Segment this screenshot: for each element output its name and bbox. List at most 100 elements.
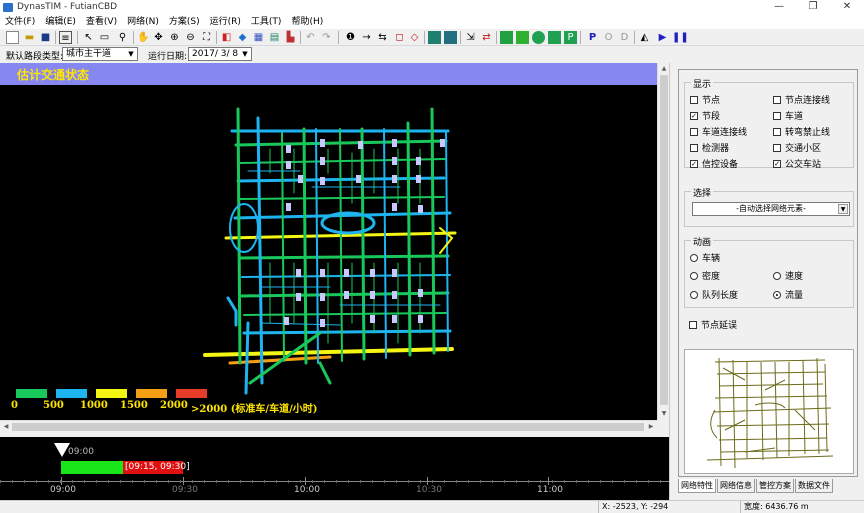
tab-data-files[interactable]: 数据文件: [795, 479, 833, 493]
signal-icon[interactable]: [500, 31, 513, 44]
horizontal-scrollbar[interactable]: ◀ ▶: [0, 420, 657, 432]
p-mode-icon[interactable]: P: [586, 31, 599, 44]
timeline-minor-tick: [132, 480, 133, 483]
zone-icon[interactable]: [428, 31, 441, 44]
road-type-select[interactable]: 城市主干道 ▼: [62, 47, 138, 61]
minimize-button[interactable]: —: [762, 0, 796, 15]
scroll-right-icon[interactable]: ▶: [645, 421, 657, 433]
timeline-minor-tick: [288, 480, 289, 483]
pause-icon[interactable]: ❚❚: [672, 31, 689, 44]
timeline-minor-tick: [204, 480, 205, 483]
menu-edit[interactable]: 编辑(E): [40, 15, 81, 29]
bus-icon[interactable]: [532, 31, 545, 44]
pan-hand-icon[interactable]: ✋: [137, 31, 150, 44]
o-mode-icon[interactable]: O: [602, 31, 615, 44]
checkbox-bus-stop[interactable]: ✓ 公交车站: [773, 157, 821, 170]
checkbox-lane-connector[interactable]: 车道连接线: [690, 125, 747, 138]
move-icon[interactable]: ✥: [152, 31, 165, 44]
view-width: 宽度: 6436.76 m: [740, 501, 864, 513]
close-button[interactable]: ✕: [830, 0, 864, 15]
color-icon[interactable]: ◆: [236, 31, 249, 44]
edit-lane-icon[interactable]: ◇: [408, 31, 421, 44]
layer-icon[interactable]: ◧: [220, 31, 233, 44]
scroll-thumb[interactable]: [660, 75, 668, 405]
route-icon[interactable]: ⇲: [464, 31, 477, 44]
node-tool-icon[interactable]: ⚲: [116, 31, 129, 44]
arrow-right-icon[interactable]: →: [360, 31, 373, 44]
timeline-minor-tick: [624, 480, 625, 483]
element-select[interactable]: -自动选择网络元素- ▼: [692, 202, 850, 216]
traffic-light-icon[interactable]: [516, 31, 529, 44]
edit-link-icon[interactable]: ◻: [393, 31, 406, 44]
d-mode-icon[interactable]: D: [618, 31, 631, 44]
zoom-in-icon[interactable]: ⊕: [168, 31, 181, 44]
play-icon[interactable]: ▶: [656, 31, 669, 44]
tab-network-properties[interactable]: 网络特性: [678, 479, 716, 493]
two-way-arrow-icon[interactable]: ⇆: [376, 31, 389, 44]
checkbox-segment[interactable]: ✓ 节段: [690, 109, 720, 122]
checkbox-traffic-zone[interactable]: 交通小区: [773, 141, 821, 154]
menu-network[interactable]: 网络(N): [122, 15, 164, 29]
timeline-tick: [548, 477, 549, 485]
step-one-icon[interactable]: ❶: [344, 31, 357, 44]
rectangle-select-icon[interactable]: ▭: [98, 31, 111, 44]
open-folder-icon[interactable]: ▬: [23, 31, 36, 44]
pointer-icon[interactable]: ↖: [82, 31, 95, 44]
road-network: [203, 107, 457, 395]
timeline[interactable]: 09:00 [09:15, 09:30] 09:00 09:30 10:00 1…: [0, 437, 669, 500]
timeline-minor-tick: [168, 480, 169, 483]
checkbox-node-delay[interactable]: 节点延误: [689, 318, 737, 331]
undo-icon[interactable]: ↶: [304, 31, 317, 44]
radio-queue-length[interactable]: 队列长度: [690, 288, 738, 301]
turn-icon[interactable]: ⇄: [480, 31, 493, 44]
radio-flow[interactable]: 流量: [773, 288, 803, 301]
menu-scheme[interactable]: 方案(S): [164, 15, 205, 29]
detector-icon[interactable]: [444, 31, 457, 44]
zoom-fit-icon[interactable]: ⛶: [200, 31, 213, 44]
parking-icon[interactable]: [548, 31, 561, 44]
checkbox-node-connector[interactable]: 节点连接线: [773, 93, 830, 106]
properties-icon[interactable]: ≡: [59, 31, 72, 44]
timeline-minor-tick: [336, 480, 337, 483]
zoom-out-icon[interactable]: ⊖: [184, 31, 197, 44]
menu-run[interactable]: 运行(R): [205, 15, 246, 29]
tab-control-plan[interactable]: 管控方案: [756, 479, 794, 493]
checkbox-lane[interactable]: 车道: [773, 109, 803, 122]
checkbox-turn-ban[interactable]: 转弯禁止线: [773, 125, 830, 138]
scroll-left-icon[interactable]: ◀: [0, 421, 12, 433]
scroll-thumb[interactable]: [12, 423, 644, 431]
chart-icon[interactable]: ▙: [284, 31, 297, 44]
overview-map[interactable]: [684, 349, 854, 474]
radio-density[interactable]: 密度: [690, 269, 720, 282]
checkbox-detector[interactable]: 检测器: [690, 141, 729, 154]
grid-icon[interactable]: ▦: [252, 31, 265, 44]
timeline-minor-tick: [372, 480, 373, 483]
timeline-minor-tick: [48, 480, 49, 483]
timeline-minor-tick: [264, 480, 265, 483]
save-icon[interactable]: ■: [39, 31, 52, 44]
window-title: DynasTIM - FutianCBD: [17, 2, 118, 12]
checkbox-signal-device[interactable]: ✓ 信控设备: [690, 157, 738, 170]
timeline-minor-tick: [456, 480, 457, 483]
parking-p-icon[interactable]: P: [564, 31, 577, 44]
stats-icon[interactable]: ◭: [638, 31, 651, 44]
radio-vehicle[interactable]: 车辆: [690, 251, 720, 264]
menu-help[interactable]: 帮助(H): [286, 15, 328, 29]
table-icon[interactable]: ▤: [268, 31, 281, 44]
menu-view[interactable]: 查看(V): [81, 15, 122, 29]
new-file-icon[interactable]: [6, 31, 19, 44]
run-date-picker[interactable]: 2017/ 3/ 8 ▼: [188, 47, 252, 61]
maximize-button[interactable]: ❐: [796, 0, 830, 15]
animation-group: 动画 车辆 密度 速度 队列长度 流量: [684, 235, 854, 308]
tab-network-info[interactable]: 网络信息: [717, 479, 755, 493]
redo-icon[interactable]: ↷: [320, 31, 333, 44]
legend-label: 0: [11, 400, 18, 411]
menu-file[interactable]: 文件(F): [0, 15, 40, 29]
vertical-scrollbar[interactable]: ▲ ▼: [657, 63, 669, 420]
menu-tools[interactable]: 工具(T): [246, 15, 287, 29]
checkbox-box: [773, 111, 781, 120]
current-time: 09:00: [68, 447, 94, 457]
map-canvas[interactable]: 估计交通状态 0 500 1000 1500 2000 >2000 (标准车/车…: [0, 63, 657, 420]
checkbox-node[interactable]: 节点: [690, 93, 720, 106]
radio-speed[interactable]: 速度: [773, 269, 803, 282]
